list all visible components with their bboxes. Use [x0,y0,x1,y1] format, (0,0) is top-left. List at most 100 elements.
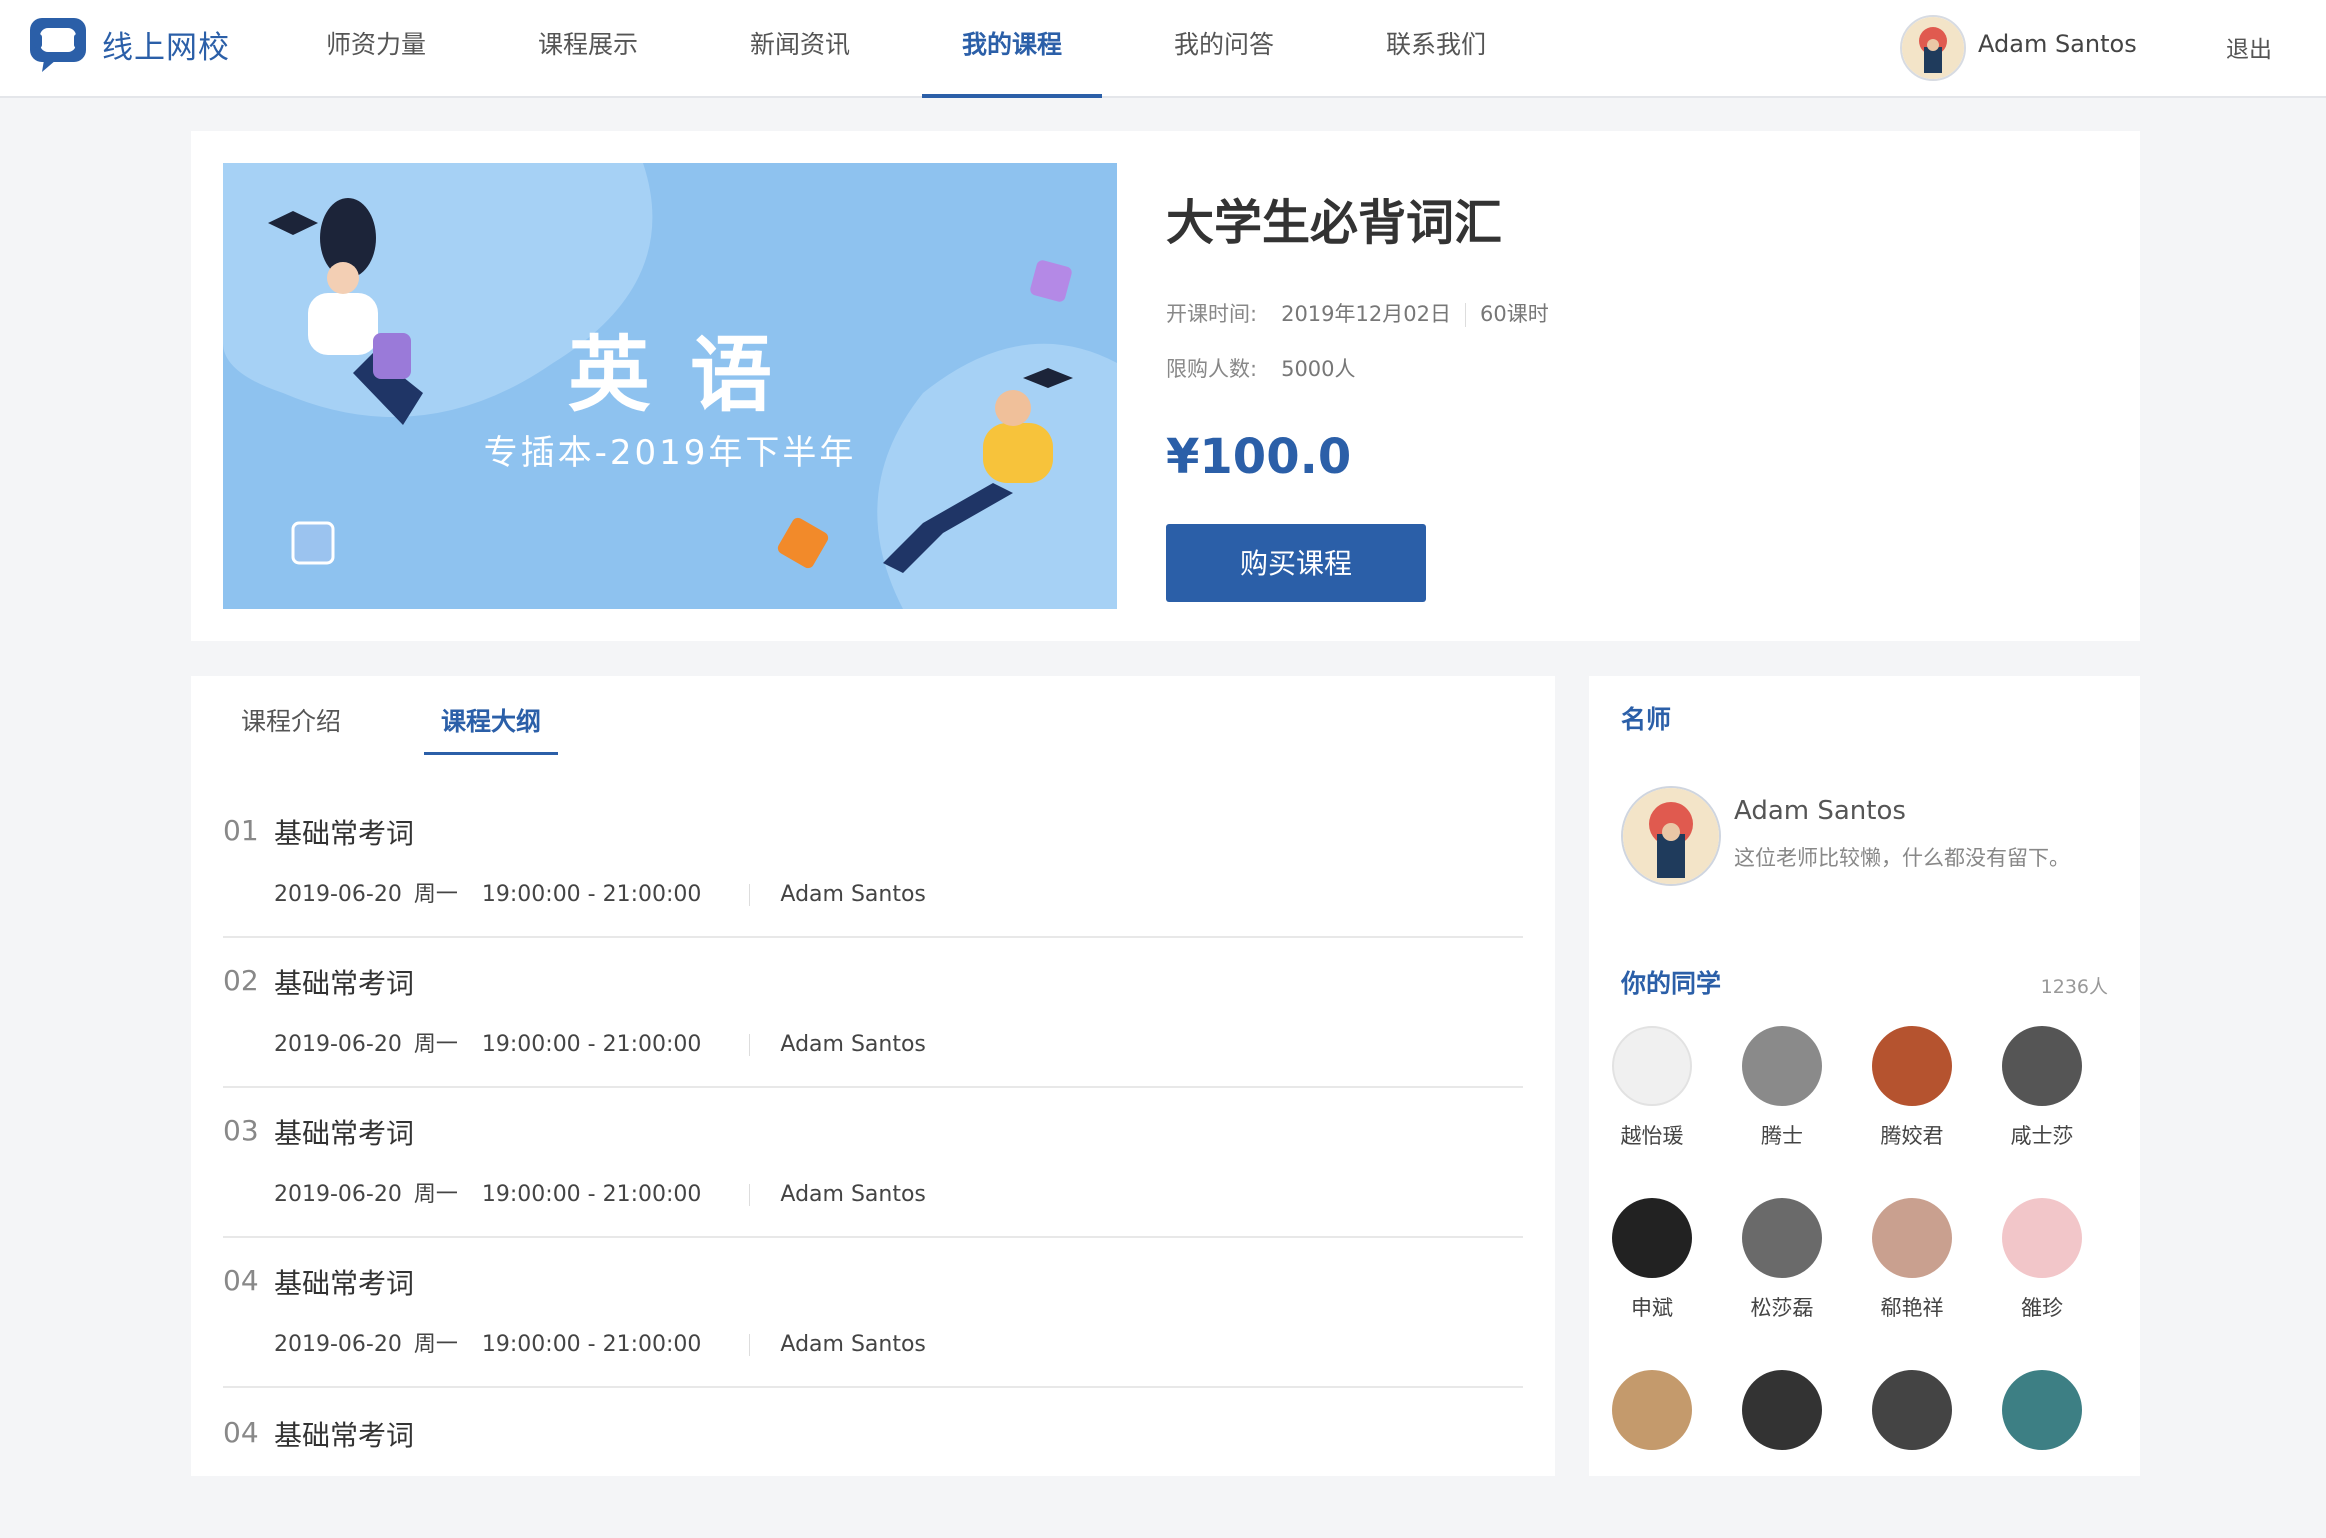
classmate-item[interactable]: 申斌 [1597,1198,1707,1322]
start-label: 开课时间: [1166,302,1258,326]
logout-link[interactable]: 退出 [2226,30,2272,64]
banner-title: 英语 [567,328,812,423]
lesson-week: 周一 [413,1032,458,1057]
nav-courses[interactable]: 课程展示 [482,0,694,96]
classmate-avatar [1872,1198,1952,1278]
divider [749,1334,751,1356]
active-tab-indicator [424,752,558,755]
lesson-teacher: Adam Santos [780,882,926,907]
lesson-time: 19:00:00 - 21:00:00 [481,1032,702,1057]
course-header-card: 英语 专插本-2019年下半年 大学生必背词汇 开课时间: 2019年12月02日… [191,131,2140,641]
classmates-count: 1236人 [2040,976,2108,998]
teacher-name[interactable]: Adam Santos [1734,796,1906,826]
course-banner: 英语 专插本-2019年下半年 [223,163,1117,609]
classmate-avatar [1612,1370,1692,1450]
user-avatar[interactable] [1900,15,1966,81]
lesson-teacher: Adam Santos [780,1032,926,1057]
classmate-item[interactable] [1857,1370,1967,1464]
classmate-item[interactable] [1987,1370,2097,1464]
course-start-row: 开课时间: 2019年12月02日 60课时 [1166,298,1549,328]
sidebar: 名师 Adam Santos 这位老师比较懒，什么都没有留下。 你的同学 123… [1589,676,2140,1476]
lesson-item[interactable]: 04 基础常考词 [223,1388,1523,1538]
lesson-item[interactable]: 03 基础常考词 2019-06-20 周一 19:00:00 - 21:00:00… [223,1086,1523,1238]
divider [749,1184,751,1206]
lesson-item[interactable]: 02 基础常考词 2019-06-20 周一 19:00:00 - 21:00:00… [223,936,1523,1088]
lesson-item[interactable]: 01 基础常考词 2019-06-20 周一 19:00:00 - 21:00:00… [223,786,1523,938]
classmate-item[interactable]: 越怡瑗 [1597,1026,1707,1150]
lesson-item[interactable]: 04 基础常考词 2019-06-20 周一 19:00:00 - 21:00:00… [223,1236,1523,1388]
lesson-number: 04 [223,1264,259,1297]
site-name[interactable]: 线上网校 [102,22,230,67]
tab-course-outline[interactable]: 课程大纲 [441,702,541,738]
lesson-date: 2019-06-20 [274,1032,402,1057]
teacher-description: 这位老师比较懒，什么都没有留下。 [1734,846,2070,870]
lesson-number: 03 [223,1114,259,1147]
lesson-title: 基础常考词 [274,1117,415,1150]
divider [749,1034,751,1056]
classmate-item[interactable]: 郗艳祥 [1857,1198,1967,1322]
classmate-item[interactable]: 雒珍 [1987,1198,2097,1322]
classmates-heading: 你的同学 [1621,969,1722,998]
classmate-name: 申斌 [1631,1296,1673,1320]
start-date: 2019年12月02日 [1281,302,1451,326]
classmate-avatar [2002,1198,2082,1278]
classmate-avatar [1742,1370,1822,1450]
lesson-time: 19:00:00 - 21:00:00 [481,1182,702,1207]
limit-value: 5000人 [1281,357,1356,381]
classmate-name: 腾士 [1761,1124,1803,1148]
classmate-item[interactable]: 松莎磊 [1727,1198,1837,1322]
lesson-teacher: Adam Santos [780,1332,926,1357]
classmate-item[interactable]: 腾姣君 [1857,1026,1967,1150]
lesson-info: 2019-06-20 周一 19:00:00 - 21:00:00 Adam Sant… [274,876,926,908]
classmate-name: 咸士莎 [2010,1124,2074,1148]
classmate-avatar [1612,1026,1692,1106]
buy-course-button[interactable]: 购买课程 [1166,524,1426,602]
lesson-info: 2019-06-20 周一 19:00:00 - 21:00:00 Adam Sant… [274,1326,926,1358]
classmate-item[interactable]: 咸士莎 [1987,1026,2097,1150]
classmate-avatar [1872,1370,1952,1450]
limit-label: 限购人数: [1166,357,1258,381]
classmate-name: 雒珍 [2021,1296,2063,1320]
avatar-image [1902,17,1964,79]
classmate-avatar [1742,1198,1822,1278]
nav-teachers[interactable]: 师资力量 [270,0,482,96]
user-name[interactable]: Adam Santos [1978,30,2137,58]
divider [749,884,751,906]
classmate-name: 郗艳祥 [1880,1296,1944,1320]
classmate-name: 腾姣君 [1880,1124,1944,1148]
lesson-title: 基础常考词 [274,1267,415,1300]
divider [1464,303,1466,327]
lesson-title: 基础常考词 [274,1419,415,1452]
lesson-date: 2019-06-20 [274,882,402,907]
nav-my-qa[interactable]: 我的问答 [1118,0,1330,96]
nav-my-courses[interactable]: 我的课程 [906,0,1118,98]
lesson-info: 2019-06-20 周一 19:00:00 - 21:00:00 Adam Sant… [274,1026,926,1058]
classmate-avatar [1612,1198,1692,1278]
lesson-number: 02 [223,964,259,997]
nav-contact[interactable]: 联系我们 [1330,0,1542,96]
course-price: ¥100.0 [1166,429,1352,485]
tab-course-intro[interactable]: 课程介绍 [241,702,341,738]
top-navbar: 线上网校 师资力量 课程展示 新闻资讯 我的课程 我的问答 联系我们 Adam … [0,0,2326,98]
teacher-avatar[interactable] [1621,786,1721,886]
lesson-date: 2019-06-20 [274,1182,402,1207]
classmate-item[interactable] [1597,1370,1707,1464]
classmate-item[interactable]: 腾士 [1727,1026,1837,1150]
classmate-avatar [1872,1026,1952,1106]
classmate-item[interactable] [1727,1370,1837,1464]
chat-bubble-logo-icon[interactable] [28,16,88,72]
classmate-avatar [1742,1026,1822,1106]
lesson-time: 19:00:00 - 21:00:00 [481,1332,702,1357]
classmate-name: 松莎磊 [1750,1296,1814,1320]
syllabus-card: 课程介绍 课程大纲 01 基础常考词 2019-06-20 周一 19:00:00 … [191,676,1555,1476]
lesson-week: 周一 [413,1332,458,1357]
lesson-title: 基础常考词 [274,967,415,1000]
course-limit-row: 限购人数: 5000人 [1166,353,1356,383]
course-title: 大学生必背词汇 [1166,195,1503,251]
classmate-name: 越怡瑗 [1620,1124,1684,1148]
lesson-teacher: Adam Santos [780,1182,926,1207]
avatar-image [1623,788,1719,884]
banner-subtitle: 专插本-2019年下半年 [483,433,857,473]
nav-news[interactable]: 新闻资讯 [694,0,906,96]
course-hours: 60课时 [1479,302,1549,326]
